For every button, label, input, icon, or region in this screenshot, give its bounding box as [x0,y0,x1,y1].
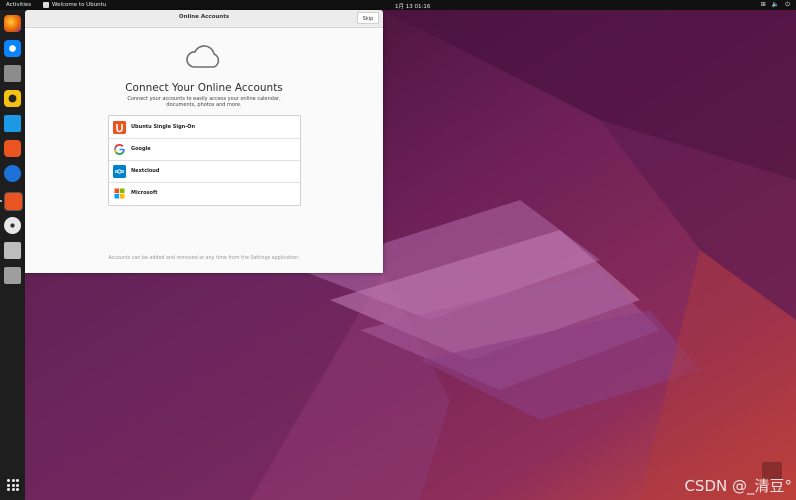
account-row-google[interactable]: Google [109,138,300,161]
installer-icon[interactable] [4,192,23,211]
dock [0,10,25,500]
clock[interactable]: 1月 13 01:16 [395,2,430,10]
cloud-icon [186,45,220,68]
account-label: Microsoft [131,190,158,196]
account-label: Google [131,146,151,152]
window-title: Online Accounts [178,14,230,20]
show-apps-icon[interactable] [7,479,19,491]
trash-icon[interactable] [4,267,21,284]
welcome-app-icon [43,1,49,8]
drive-icon[interactable] [4,242,21,259]
microsoft-icon [114,188,125,198]
footer-note: Accounts can be added and removed at any… [108,256,300,261]
accounts-list: Ubuntu Single Sign-On Google Nextcloud M… [108,115,301,206]
account-label: Ubuntu Single Sign-On [131,124,196,130]
app-menu-label: Welcome to Ubuntu [52,1,107,8]
skip-button[interactable]: Skip [357,12,379,24]
thunderbird-icon[interactable] [4,40,21,57]
google-icon [114,143,125,155]
files-icon[interactable] [4,65,21,82]
dvd-icon[interactable] [4,217,21,234]
help-icon[interactable] [4,165,21,182]
software-icon[interactable] [4,140,21,157]
account-row-nextcloud[interactable]: Nextcloud [109,160,300,183]
window-titlebar[interactable]: Online Accounts Skip [25,10,383,28]
rhythmbox-icon[interactable] [4,90,21,107]
running-indicator [0,200,2,202]
account-row-microsoft[interactable]: Microsoft [109,182,300,204]
writer-icon[interactable] [4,115,21,132]
account-label: Nextcloud [131,168,160,174]
page-heading: Connect Your Online Accounts [125,82,283,94]
page-description: Connect your accounts to easily access y… [127,96,281,109]
network-icon[interactable]: ⊞ [761,1,766,9]
activities-button[interactable]: Activities [6,2,31,8]
volume-icon[interactable]: 🔈 [772,1,779,9]
nextcloud-icon [113,164,126,178]
watermark: CSDN @_清豆° [684,477,792,495]
top-bar: Activities Welcome to Ubuntu 1月 13 01:16… [0,0,796,10]
account-row-ubuntu-sso[interactable]: Ubuntu Single Sign-On [109,116,300,139]
power-icon[interactable]: ⏻ [785,1,790,9]
online-accounts-window: Online Accounts Skip Connect Your Online… [25,10,383,273]
system-tray[interactable]: ⊞ 🔈 ⏻ [761,1,790,9]
firefox-icon[interactable] [4,15,21,32]
app-menu[interactable]: Welcome to Ubuntu [43,1,107,8]
ubuntu-sso-icon [113,120,126,134]
